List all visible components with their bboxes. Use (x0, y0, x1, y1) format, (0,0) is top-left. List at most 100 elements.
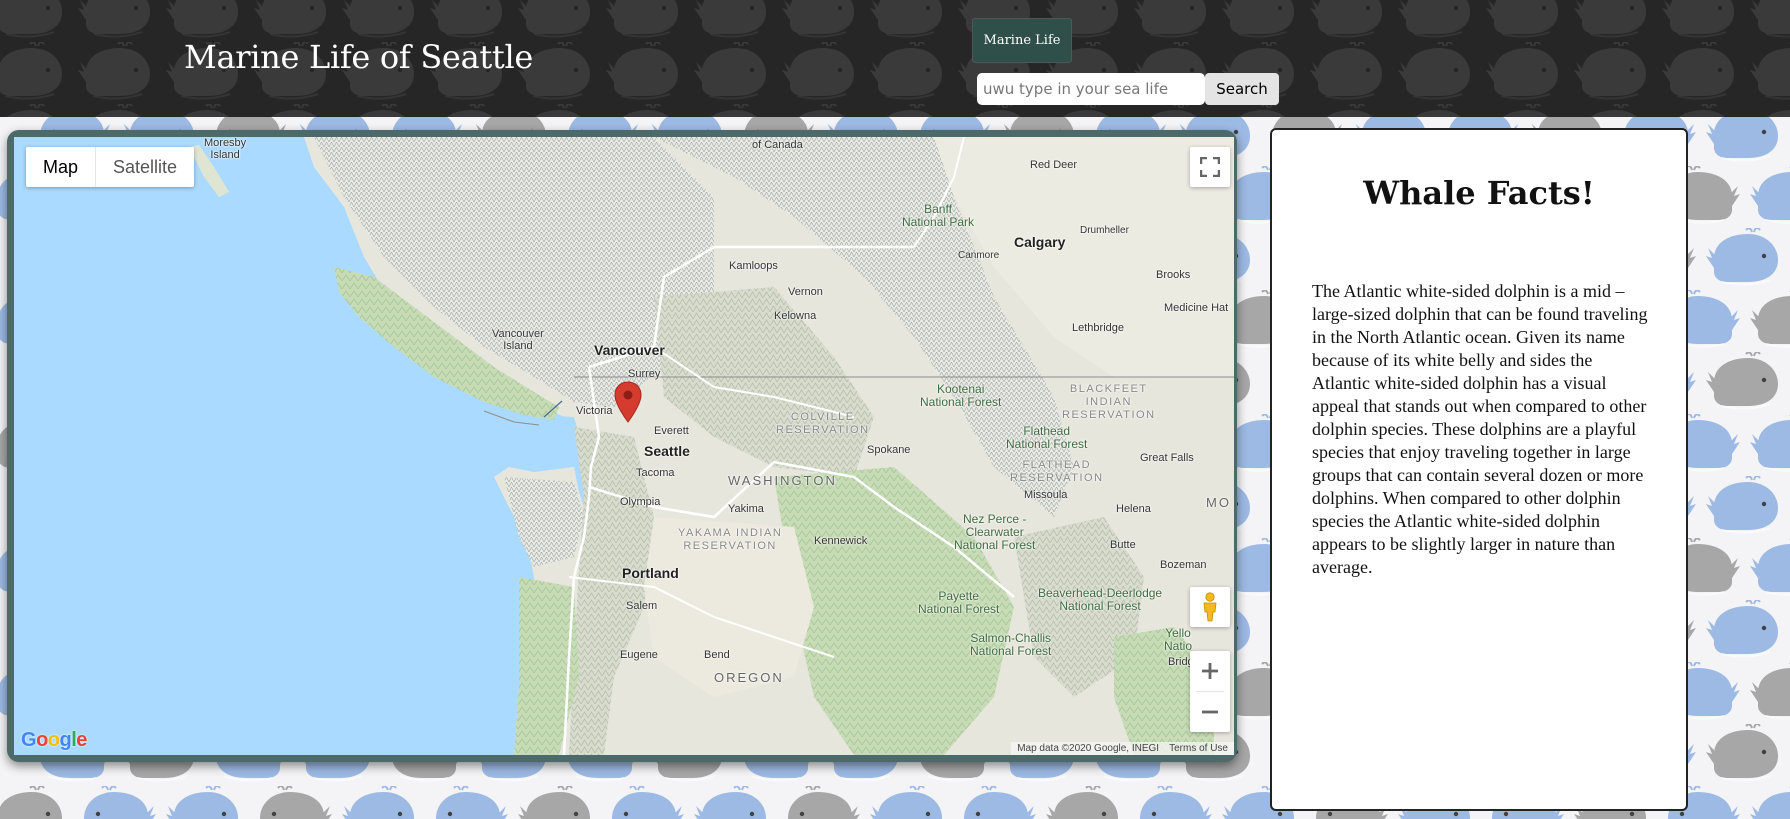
facts-body: The Atlantic white-sided dolphin is a mi… (1312, 281, 1648, 577)
map-marker-icon[interactable] (614, 381, 642, 423)
whale-decoration (0, 784, 68, 819)
header-whale-decoration (78, 0, 156, 42)
whale-decoration (782, 784, 860, 819)
map-label-beaverhead: Beaverhead-Deerlodge National Forest (1038, 586, 1163, 613)
zoom-in-button[interactable] (1190, 651, 1230, 691)
search-button[interactable]: Search (1205, 73, 1279, 105)
header-whale-decoration (1750, 42, 1790, 104)
whale-decoration (518, 784, 596, 819)
map-label-bend: Bend (704, 649, 730, 661)
header-whale-decoration (1662, 0, 1740, 42)
header-whale-decoration (1574, 102, 1652, 117)
zoom-in-icon (1202, 663, 1218, 679)
zoom-out-button[interactable] (1190, 692, 1230, 732)
map-label-flathead-res: FLATHEAD RESERVATION (1010, 459, 1104, 484)
google-logo[interactable]: Google (21, 729, 87, 752)
header-whale-decoration (1134, 102, 1212, 117)
header-whale-decoration (1662, 40, 1740, 104)
header-whale-decoration (870, 102, 948, 117)
header-whale-decoration (166, 102, 244, 117)
facts-title: Whale Facts! (1363, 174, 1595, 212)
map-label-mo: MO (1206, 495, 1231, 510)
map-type-map-button[interactable]: Map (26, 147, 95, 187)
whale-decoration (1706, 226, 1784, 290)
map-label-kootenai: Kootenai National Forest (920, 382, 1002, 409)
header-whale-decoration (782, 102, 860, 117)
header-whale-decoration (518, 0, 596, 42)
header-whale-decoration (1398, 102, 1476, 117)
map-type-control: Map Satellite (26, 147, 195, 187)
map-label-butte: Butte (1110, 539, 1136, 551)
street-view-button[interactable] (1190, 587, 1230, 627)
header-whale-decoration (0, 0, 68, 42)
header-whale-decoration (1222, 102, 1300, 117)
map-label-great-falls: Great Falls (1140, 452, 1194, 464)
header-whale-decoration (1574, 0, 1652, 42)
map-label-vernon: Vernon (788, 286, 823, 298)
map-label-kelowna: Kelowna (774, 310, 817, 322)
whale-decoration (870, 784, 948, 819)
whale-decoration (1134, 784, 1212, 819)
header-whale-decoration (1750, 104, 1790, 117)
map-label-red-deer: Red Deer (1030, 159, 1078, 171)
map-label-nez-perce: Nez Perce - Clearwater National Forest (954, 512, 1036, 552)
header-whale-decoration (958, 102, 1036, 117)
map-label-canmore: Canmore (958, 250, 1000, 261)
map-label-oregon: OREGON (714, 670, 784, 685)
pegman-icon (1203, 592, 1217, 622)
header-whale-decoration (254, 0, 332, 42)
map-label-bozeman: Bozeman (1160, 559, 1207, 571)
map-label-tacoma: Tacoma (636, 467, 675, 479)
header-whale-decoration (1310, 0, 1388, 42)
header-whale-decoration (342, 102, 420, 117)
whale-decoration (1750, 786, 1790, 819)
whale-decoration (1750, 414, 1790, 476)
map-label-olympia: Olympia (620, 496, 661, 508)
search-input[interactable] (977, 73, 1205, 105)
header-whale-decoration (1134, 0, 1212, 42)
map-label-yakima: Yakima (728, 503, 764, 515)
header-whale-decoration (0, 40, 68, 104)
header-whale-decoration (694, 0, 772, 42)
map-label-vancouver-island: Vancouver Island (492, 328, 544, 352)
header-whale-decoration (1222, 0, 1300, 42)
google-map[interactable]: Moresby Island of Canada Red Deer Drumhe… (14, 137, 1234, 755)
map-label-everett: Everett (654, 425, 689, 437)
header-whale-decoration (1486, 40, 1564, 104)
map-frame: Moresby Island of Canada Red Deer Drumhe… (7, 130, 1237, 762)
header-whale-decoration (606, 102, 684, 117)
map-label-calgary: Calgary (1014, 234, 1066, 250)
whale-decoration (342, 784, 420, 819)
whale-decoration (166, 784, 244, 819)
whale-decoration (1750, 166, 1790, 228)
header-whale-decoration (166, 0, 244, 42)
header-whale-decoration (1486, 0, 1564, 42)
nav-tab-marine-life[interactable]: Marine Life (972, 18, 1072, 63)
header-whale-decoration (1574, 40, 1652, 104)
map-label-kamloops: Kamloops (729, 260, 778, 272)
header-whale-decoration (78, 102, 156, 117)
whale-decoration (1706, 350, 1784, 414)
header-whale-decoration (694, 40, 772, 104)
map-type-satellite-button[interactable]: Satellite (95, 147, 194, 187)
header-whale-decoration (1310, 102, 1388, 117)
zoom-out-icon (1202, 710, 1218, 714)
whale-decoration (1750, 290, 1790, 352)
header-whale-decoration (1398, 0, 1476, 42)
whale-decoration (694, 784, 772, 819)
map-label-yakama: YAKAMA INDIAN RESERVATION (678, 527, 783, 552)
map-label-brooks: Brooks (1156, 269, 1191, 281)
terms-link[interactable]: Terms of Use (1169, 743, 1228, 754)
map-attribution: Map data ©2020 Google, INEGI Terms of Us… (1011, 742, 1234, 755)
map-label-washington: WASHINGTON (728, 473, 837, 488)
map-label-blackfeet: BLACKFEET INDIAN RESERVATION (1062, 383, 1156, 421)
fullscreen-button[interactable] (1190, 147, 1230, 187)
facts-panel: Whale Facts! The Atlantic white-sided do… (1270, 128, 1688, 811)
map-label-victoria: Victoria (576, 405, 613, 417)
whale-decoration (1750, 662, 1790, 724)
map-label-drumheller: Drumheller (1080, 225, 1129, 236)
map-data-text: Map data ©2020 Google, INEGI (1017, 743, 1160, 754)
map-label-helena: Helena (1116, 503, 1151, 515)
header-whale-decoration (430, 0, 508, 42)
map-label-moresby: Moresby Island (204, 137, 247, 161)
